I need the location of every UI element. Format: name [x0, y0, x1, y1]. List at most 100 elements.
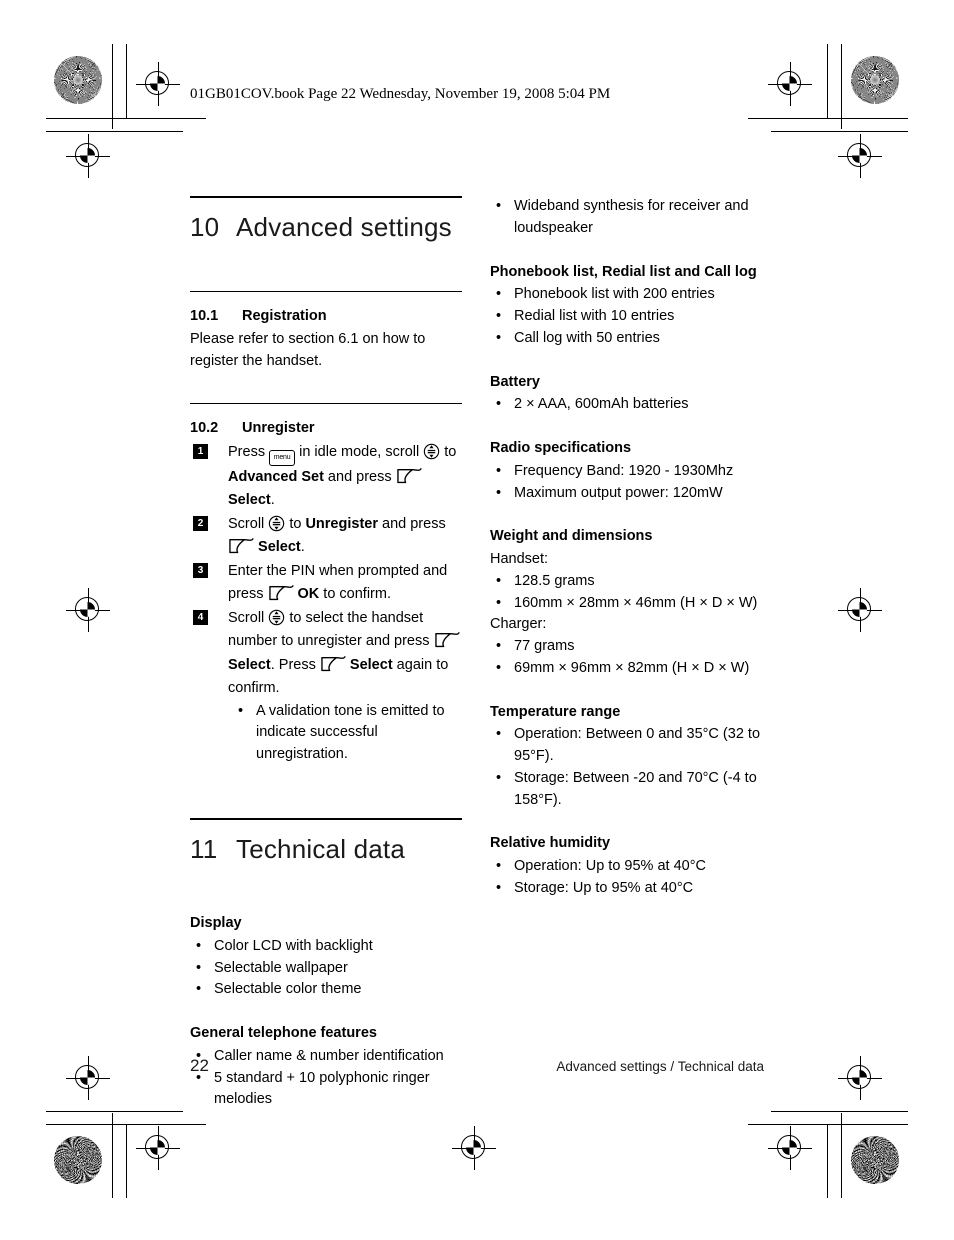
list-item: Frequency Band: 1920 - 1930Mhz	[490, 461, 762, 483]
spec-group: Display Color LCD with backlight Selectabl…	[190, 913, 462, 1001]
chapter-rule	[190, 196, 462, 198]
soft-key-icon	[268, 585, 294, 602]
spec-list: Phonebook list with 200 entriesRedial li…	[490, 284, 762, 349]
crop-mark-line	[126, 44, 127, 118]
page-number: 22	[190, 1056, 209, 1075]
spec-list: Operation: Up to 95% at 40°CStorage: Up …	[490, 856, 762, 900]
scroll-key-icon	[268, 609, 285, 626]
step-number-badge: 2	[193, 515, 208, 531]
spec-group: Phonebook list, Redial list and Call log…	[490, 262, 762, 350]
list-item: Selectable color theme	[190, 979, 462, 1001]
list-item: 128.5 grams	[490, 571, 762, 593]
page-footer: 22 Advanced settings / Technical data	[190, 1056, 764, 1076]
unregister-step: 2 Scroll to Unregister and press Select.	[190, 513, 462, 560]
emphasis-text: Select	[258, 539, 301, 556]
crop-mark-line	[827, 44, 828, 118]
crop-mark-line	[46, 118, 206, 119]
unregister-step-list: 1 Press menu in idle mode, scroll to Adva…	[190, 441, 462, 766]
list-item: Color LCD with backlight	[190, 936, 462, 958]
emphasis-text: OK	[297, 586, 320, 603]
registration-target-icon	[66, 1056, 110, 1100]
list-item: Redial list with 10 entries	[490, 306, 762, 328]
page-title-chapter-11: 11 Technical data	[190, 834, 462, 865]
spec-group-heading: Phonebook list, Redial list and Call log	[490, 263, 757, 280]
spec-group-heading: Weight and dimensions	[490, 528, 653, 545]
spec-list: Wideband synthesis for receiver and loud…	[490, 196, 762, 240]
section-10-2-number: 10.2	[190, 419, 219, 436]
chapter-10-title: Advanced settings	[236, 212, 452, 242]
list-item: 2 × AAA, 600mAh batteries	[490, 394, 762, 416]
moire-test-patch-icon	[54, 1136, 102, 1184]
list-item: Phonebook list with 200 entries	[490, 284, 762, 306]
crop-mark-line	[46, 1111, 183, 1112]
chapter-11-title: Technical data	[236, 833, 406, 864]
menu-key-icon: menu	[269, 449, 296, 466]
chapter-11-block: 11 Technical data	[190, 817, 462, 865]
list-item: 69mm × 96mm × 82mm (H × D × W)	[490, 658, 762, 680]
section-10-1-number: 10.1	[190, 308, 219, 325]
section-10-2-heading: 10.2 Unregister	[190, 418, 462, 439]
registration-target-icon	[136, 62, 180, 106]
list-item: 160mm × 28mm × 46mm (H × D × W)	[490, 593, 762, 615]
spec-group: Wideband synthesis for receiver and loud…	[490, 196, 762, 240]
spec-group-heading: Display	[190, 915, 242, 931]
unregister-step: 3 Enter the PIN when prompted and press O…	[190, 560, 462, 607]
crop-mark-line	[46, 131, 183, 132]
list-item: A validation tone is emitted to indicate…	[236, 701, 462, 766]
registration-target-icon	[838, 588, 882, 632]
unregister-step: 4 Scroll to select the handset number to …	[190, 607, 462, 766]
spec-subgroup-label: Charger:	[490, 616, 547, 633]
list-item: Wideband synthesis for receiver and loud…	[490, 196, 762, 240]
step-text: Scroll to Unregister and press Select.	[228, 515, 446, 556]
registration-target-icon	[136, 1126, 180, 1170]
starburst-test-patch-icon	[851, 56, 899, 104]
starburst-test-patch-icon	[54, 56, 102, 104]
list-item: Storage: Between -20 and 70°C (-4 to 158…	[490, 768, 762, 812]
emphasis-text: Select	[349, 656, 393, 673]
page-title-chapter-10: 10 Advanced settings	[190, 212, 462, 243]
spec-groups-left: Display Color LCD with backlight Selectabl…	[190, 913, 462, 1111]
chapter-10-block: 10 Advanced settings	[190, 196, 462, 243]
registration-target-icon	[66, 588, 110, 632]
section-10-2-block: 10.2 Unregister 1 Press menu in idle mode,…	[190, 402, 462, 766]
spec-group-heading: Temperature range	[490, 703, 621, 720]
soft-key-icon	[320, 655, 346, 673]
spec-group-heading: Radio specifications	[490, 440, 632, 456]
step-number-badge: 3	[193, 562, 208, 578]
registration-target-icon	[838, 1056, 882, 1100]
spec-list: 128.5 grams160mm × 28mm × 46mm (H × D × …	[490, 571, 762, 615]
crop-mark-line	[841, 44, 842, 129]
spec-group: Temperature range Operation: Between 0 an…	[490, 702, 762, 812]
list-item: Maximum output power: 120mW	[490, 483, 762, 505]
section-rule	[190, 291, 462, 293]
registration-target-icon	[452, 1126, 496, 1170]
emphasis-text: Unregister	[305, 515, 378, 532]
scroll-key-icon	[268, 515, 285, 532]
chapter-rule	[190, 817, 462, 820]
unregister-step: 1 Press menu in idle mode, scroll to Adva…	[190, 441, 462, 513]
step-text: Scroll to select the handset number to u…	[228, 609, 460, 696]
registration-target-icon	[838, 134, 882, 178]
list-item: 77 grams	[490, 636, 762, 658]
section-rule	[190, 402, 462, 404]
section-10-1-block: 10.1 Registration Please refer to section…	[190, 291, 462, 373]
registration-target-icon	[768, 1126, 812, 1170]
crop-mark-line	[126, 1124, 127, 1198]
crop-mark-line	[841, 1113, 842, 1198]
moire-test-patch-icon	[851, 1136, 899, 1184]
list-item: Operation: Up to 95% at 40°C	[490, 856, 762, 878]
list-item: Storage: Up to 95% at 40°C	[490, 878, 762, 900]
spec-group: Relative humidity Operation: Up to 95% at…	[490, 833, 762, 899]
emphasis-text: Select	[228, 656, 271, 673]
section-10-1-body: Please refer to section 6.1 on how to re…	[190, 331, 426, 369]
step-number-badge: 4	[193, 609, 208, 625]
crop-mark-line	[112, 44, 113, 129]
chapter-10-number: 10	[190, 212, 220, 242]
